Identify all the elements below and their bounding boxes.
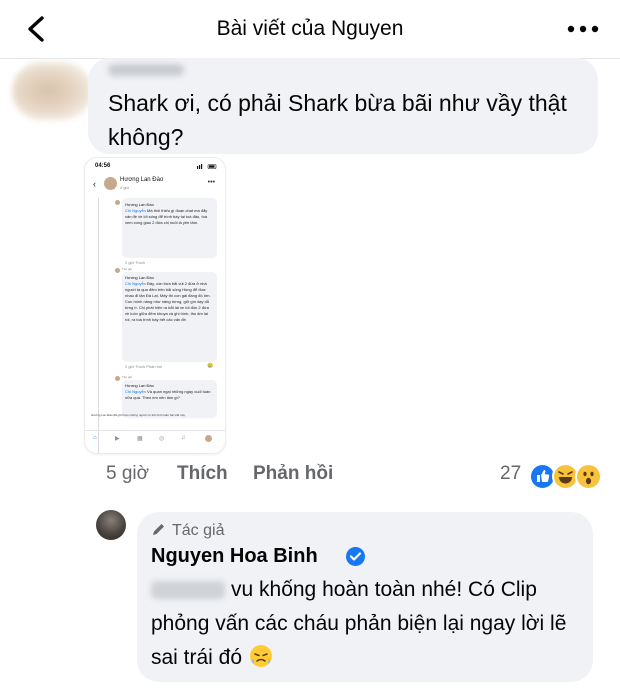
status-icons bbox=[197, 164, 217, 169]
wow-reaction-icon bbox=[575, 463, 602, 490]
image-reply-body: Đây, còn bừa bãi vút 2 đứa ở nhà người t… bbox=[125, 281, 211, 322]
image-reply-avatar bbox=[115, 268, 120, 273]
image-home-icon: ⌂ bbox=[93, 435, 97, 441]
image-groups-icon: ◎ bbox=[159, 436, 165, 442]
image-video-icon: ▶ bbox=[115, 436, 120, 442]
more-options-icon[interactable] bbox=[566, 22, 600, 36]
commenter-avatar-blurred[interactable] bbox=[12, 62, 92, 120]
verified-badge-icon bbox=[346, 547, 365, 566]
image-status-time: 04:56 bbox=[95, 163, 111, 169]
author-badge-label: Tác giả bbox=[172, 522, 225, 539]
image-profile-icon bbox=[205, 435, 212, 442]
reply-link[interactable]: Phản hồi bbox=[253, 463, 333, 485]
image-reply-avatar bbox=[115, 376, 120, 381]
image-reply-mention: Chi Nguyễn bbox=[125, 389, 146, 394]
like-link[interactable]: Thích bbox=[177, 463, 228, 485]
image-reply-author: Hương Lan Đào bbox=[125, 275, 154, 280]
image-reply-author: Hương Lan Đào bbox=[125, 383, 154, 388]
image-bottom-nav: ⌂ ▶ ▦ ◎ ♫ bbox=[85, 430, 225, 443]
image-post-subtitle: 4 giờ bbox=[120, 185, 130, 190]
blurred-name bbox=[151, 581, 225, 599]
image-footer-note: Hương Lan Đào đã giới hạn những người có… bbox=[91, 413, 186, 417]
comment-time: 5 giờ bbox=[106, 463, 150, 484]
image-reply-author: Hương Lan Đào bbox=[125, 202, 154, 207]
image-more-icon: ••• bbox=[207, 179, 215, 186]
image-reply-mention: Chi Nguyễn bbox=[125, 281, 146, 286]
image-market-icon: ▦ bbox=[137, 436, 143, 442]
author-badge: Tác giả bbox=[151, 522, 224, 540]
image-reaction-icon: 😢 bbox=[207, 363, 214, 369]
top-bar: Bài viết của Nguyen bbox=[0, 0, 620, 59]
image-reply-meta: 2 giờ Thích bbox=[125, 260, 146, 265]
angry-emoji-icon bbox=[250, 645, 273, 667]
image-reply-tag: Tác giả bbox=[122, 267, 132, 271]
image-back-icon: ‹ bbox=[93, 179, 96, 189]
image-reply-text: Chi Nguyễn Mà thôi thiếu gì đoạn chat mà… bbox=[125, 208, 213, 226]
comment-text: Shark ơi, có phải Shark bừa bãi như vầy … bbox=[108, 90, 567, 150]
image-reply-avatar bbox=[115, 200, 120, 205]
comment-attached-image[interactable]: 04:56 ‹ Hương Lan Đào 4 giờ ••• Hương La… bbox=[85, 158, 225, 453]
author-name[interactable]: Nguyen Hoa Binh bbox=[151, 545, 318, 568]
image-reply-mention: Chi Nguyễn bbox=[125, 208, 146, 213]
image-reply-meta: 2 giờ Thích Phản hồi bbox=[125, 364, 163, 369]
image-post-avatar bbox=[104, 177, 117, 190]
pencil-icon bbox=[153, 524, 164, 535]
image-reply-text: Chi Nguyễn Đây, còn bừa bãi vút 2 đứa ở … bbox=[125, 281, 213, 323]
page-title: Bài viết của Nguyen bbox=[216, 17, 404, 40]
image-reply-tag: Tác giả bbox=[122, 375, 132, 379]
author-comment-text: vu khống hoàn toàn nhé! Có Clip phỏng vấ… bbox=[151, 573, 581, 675]
image-post-title: Hương Lan Đào bbox=[120, 177, 164, 183]
image-reply-text: Chi Nguyễn Và quan ngại những ngày cuối … bbox=[125, 389, 213, 401]
image-reply-bubble bbox=[122, 198, 217, 258]
image-bell-icon: ♫ bbox=[181, 435, 186, 441]
author-avatar[interactable] bbox=[96, 510, 126, 540]
reaction-count[interactable]: 27 bbox=[500, 463, 521, 485]
commenter-name-blurred[interactable] bbox=[108, 64, 184, 76]
